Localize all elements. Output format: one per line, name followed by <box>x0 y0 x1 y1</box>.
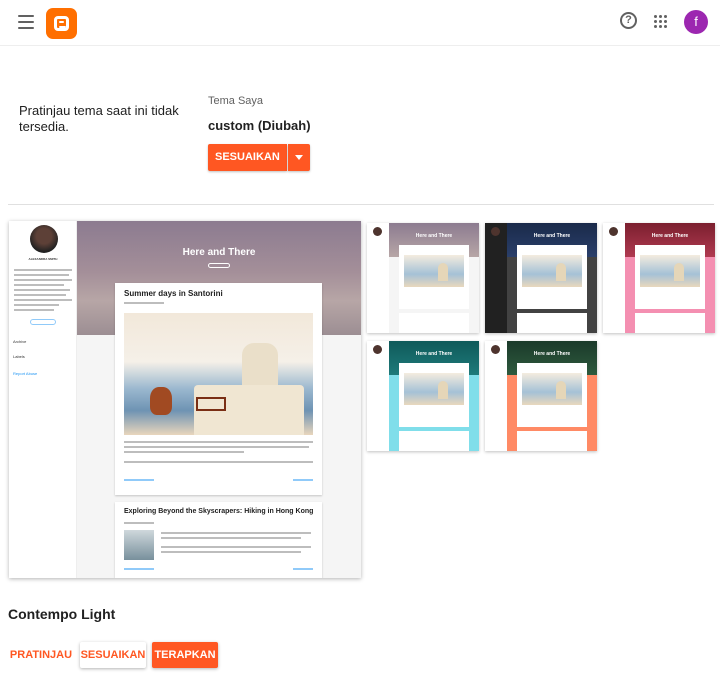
current-theme-name: custom (Diubah) <box>208 118 311 133</box>
customize-button[interactable]: SESUAIKAN <box>208 144 287 171</box>
blog-title: Here and There <box>182 247 256 258</box>
author-name: ALEXANDRA SMITH <box>28 257 58 261</box>
my-theme-label: Tema Saya <box>208 95 264 107</box>
theme-thumbnail-1[interactable]: Here and There <box>485 223 597 333</box>
blogger-b-icon <box>54 16 69 31</box>
theme-thumbnail-3[interactable]: Here and There <box>367 341 479 451</box>
nav-labels: Labels <box>13 354 25 359</box>
post-card: Summer days in Santorini <box>115 283 322 495</box>
top-app-bar: ? f <box>0 0 720 46</box>
blogger-logo[interactable] <box>46 8 77 39</box>
theme-thumbnail-4[interactable]: Here and There <box>485 341 597 451</box>
nav-archive: Archive <box>13 339 27 344</box>
preview-sidebar: ALEXANDRA SMITH Archive Labels Report Ab… <box>9 221 77 578</box>
post-photo <box>124 313 313 435</box>
theme-thumbnail-2[interactable]: Here and There <box>603 223 715 333</box>
follow-button <box>30 319 56 325</box>
help-icon[interactable]: ? <box>620 12 637 29</box>
account-avatar[interactable]: f <box>684 10 708 34</box>
caret-down-icon <box>294 155 303 160</box>
customize-split-button: SESUAIKAN <box>208 144 310 171</box>
customize-dropdown-button[interactable] <box>287 144 310 171</box>
preview-button[interactable]: PRATINJAU <box>7 642 75 668</box>
post-title: Summer days in Santorini <box>124 289 223 298</box>
customize-theme-button[interactable]: SESUAIKAN <box>80 642 146 668</box>
post-card: Exploring Beyond the Skyscrapers: Hiking… <box>115 502 322 578</box>
nav-report-abuse: Report Abuse <box>13 371 38 376</box>
section-divider <box>8 204 714 205</box>
apply-button[interactable]: TERAPKAN <box>152 642 218 668</box>
selected-theme-name: Contempo Light <box>8 606 116 622</box>
post-thumbnail <box>124 530 154 560</box>
theme-preview[interactable]: ALEXANDRA SMITH Archive Labels Report Ab… <box>9 221 361 578</box>
preview-unavailable-text: Pratinjau tema saat ini tidak tersedia. <box>19 103 179 134</box>
post-title: Exploring Beyond the Skyscrapers: Hiking… <box>124 508 314 515</box>
theme-thumbnail-0[interactable]: Here and There <box>367 223 479 333</box>
author-avatar <box>30 225 58 253</box>
apps-grid-icon[interactable] <box>654 15 668 29</box>
hamburger-icon[interactable] <box>18 15 34 29</box>
header-pill <box>208 263 230 268</box>
